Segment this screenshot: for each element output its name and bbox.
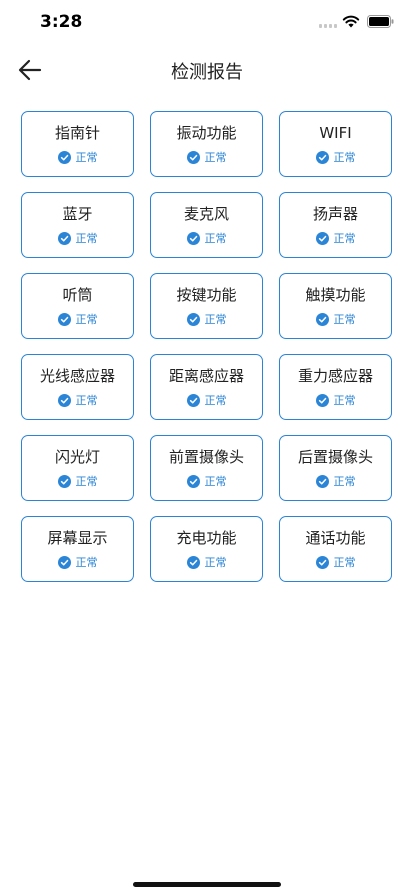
check-circle-icon xyxy=(315,394,329,407)
test-item-card[interactable]: 听筒正常 xyxy=(21,273,134,339)
home-indicator xyxy=(133,882,281,887)
check-circle-icon xyxy=(57,556,71,569)
test-item-name: 麦克风 xyxy=(183,205,229,223)
test-item-name: 后置摄像头 xyxy=(297,448,373,466)
check-circle-icon xyxy=(315,556,329,569)
test-item-status: 正常 xyxy=(186,556,227,569)
test-item-card[interactable]: WIFI 正常 xyxy=(279,111,392,177)
test-item-status: 正常 xyxy=(186,313,227,326)
test-item-status: 正常 xyxy=(57,556,98,569)
test-results-grid: 指南针 正常 振动功能 正常 WIFI 正常 蓝牙 正常 麦克风 正常 扬声器 正常 听筒 正常 按键功能正… xyxy=(21,111,393,582)
status-bar: 3:28 xyxy=(0,0,414,44)
test-item-status: 正常 xyxy=(186,475,227,488)
test-item-card[interactable]: 按键功能正常 xyxy=(150,273,263,339)
test-item-status: 正常 xyxy=(57,232,98,245)
test-item-name: 闪光灯 xyxy=(54,448,100,466)
test-item-status: 正常 xyxy=(57,313,98,326)
test-item-card[interactable]: 闪光灯正常 xyxy=(21,435,134,501)
status-text: 正常 xyxy=(204,313,227,326)
test-item-card[interactable]: 重力感应器正常 xyxy=(279,354,392,420)
test-item-status: 正常 xyxy=(186,232,227,245)
status-text: 正常 xyxy=(333,556,356,569)
test-item-status: 正常 xyxy=(315,151,356,164)
test-item-name: 按键功能 xyxy=(176,286,237,304)
check-circle-icon xyxy=(186,313,200,326)
test-item-name: 振动功能 xyxy=(176,124,237,142)
check-circle-icon xyxy=(315,313,329,326)
check-circle-icon xyxy=(57,475,71,488)
status-text: 正常 xyxy=(333,232,356,245)
test-item-card[interactable]: 距离感应器正常 xyxy=(150,354,263,420)
status-text: 正常 xyxy=(204,394,227,407)
check-circle-icon xyxy=(57,232,71,245)
test-item-status: 正常 xyxy=(57,475,98,488)
test-item-name: WIFI xyxy=(319,124,352,142)
check-circle-icon xyxy=(186,151,200,164)
status-text: 正常 xyxy=(333,313,356,326)
battery-icon xyxy=(367,15,394,28)
test-item-card[interactable]: 通话功能正常 xyxy=(279,516,392,582)
status-text: 正常 xyxy=(75,475,98,488)
check-circle-icon xyxy=(186,232,200,245)
test-item-name: 听筒 xyxy=(62,286,93,304)
status-text: 正常 xyxy=(75,394,98,407)
cellular-signal-icon xyxy=(319,24,337,28)
status-text: 正常 xyxy=(75,151,98,164)
test-item-card[interactable]: 触摸功能正常 xyxy=(279,273,392,339)
test-item-status: 正常 xyxy=(315,313,356,326)
check-circle-icon xyxy=(186,394,200,407)
test-item-name: 蓝牙 xyxy=(62,205,93,223)
page-title: 检测报告 xyxy=(171,62,243,83)
check-circle-icon xyxy=(315,232,329,245)
check-circle-icon xyxy=(315,475,329,488)
test-item-status: 正常 xyxy=(315,556,356,569)
test-item-name: 充电功能 xyxy=(176,529,237,547)
wifi-icon xyxy=(342,15,360,28)
test-item-card[interactable]: 充电功能正常 xyxy=(150,516,263,582)
test-item-name: 前置摄像头 xyxy=(168,448,244,466)
check-circle-icon xyxy=(57,313,71,326)
test-item-card[interactable]: 指南针正常 xyxy=(21,111,134,177)
nav-bar: 检测报告 xyxy=(0,44,414,96)
test-item-card[interactable]: 振动功能正常 xyxy=(150,111,263,177)
test-item-name: 通话功能 xyxy=(305,529,366,547)
test-item-name: 屏幕显示 xyxy=(47,529,108,547)
test-item-status: 正常 xyxy=(315,394,356,407)
status-text: 正常 xyxy=(204,232,227,245)
status-text: 正常 xyxy=(204,556,227,569)
status-text: 正常 xyxy=(75,313,98,326)
test-item-name: 重力感应器 xyxy=(297,367,373,385)
check-circle-icon xyxy=(315,151,329,164)
status-text: 正常 xyxy=(333,151,356,164)
test-item-status: 正常 xyxy=(315,475,356,488)
check-circle-icon xyxy=(57,394,71,407)
status-text: 正常 xyxy=(204,475,227,488)
test-item-card[interactable]: 后置摄像头正常 xyxy=(279,435,392,501)
test-item-card[interactable]: 光线感应器正常 xyxy=(21,354,134,420)
check-circle-icon xyxy=(186,556,200,569)
test-item-card[interactable]: 前置摄像头正常 xyxy=(150,435,263,501)
test-item-card[interactable]: 蓝牙正常 xyxy=(21,192,134,258)
test-item-status: 正常 xyxy=(57,151,98,164)
status-text: 正常 xyxy=(75,232,98,245)
test-item-name: 光线感应器 xyxy=(39,367,115,385)
test-item-card[interactable]: 扬声器正常 xyxy=(279,192,392,258)
check-circle-icon xyxy=(186,475,200,488)
status-text: 正常 xyxy=(75,556,98,569)
test-item-name: 扬声器 xyxy=(312,205,358,223)
test-item-card[interactable]: 屏幕显示正常 xyxy=(21,516,134,582)
test-item-card[interactable]: 麦克风正常 xyxy=(150,192,263,258)
status-text: 正常 xyxy=(333,475,356,488)
test-item-status: 正常 xyxy=(186,151,227,164)
test-item-status: 正常 xyxy=(57,394,98,407)
status-text: 正常 xyxy=(204,151,227,164)
test-item-name: 触摸功能 xyxy=(305,286,366,304)
test-item-name: 距离感应器 xyxy=(168,367,244,385)
status-text: 正常 xyxy=(333,394,356,407)
check-circle-icon xyxy=(57,151,71,164)
test-item-status: 正常 xyxy=(315,232,356,245)
test-item-status: 正常 xyxy=(186,394,227,407)
status-time: 3:28 xyxy=(40,12,83,32)
test-item-name: 指南针 xyxy=(54,124,100,142)
